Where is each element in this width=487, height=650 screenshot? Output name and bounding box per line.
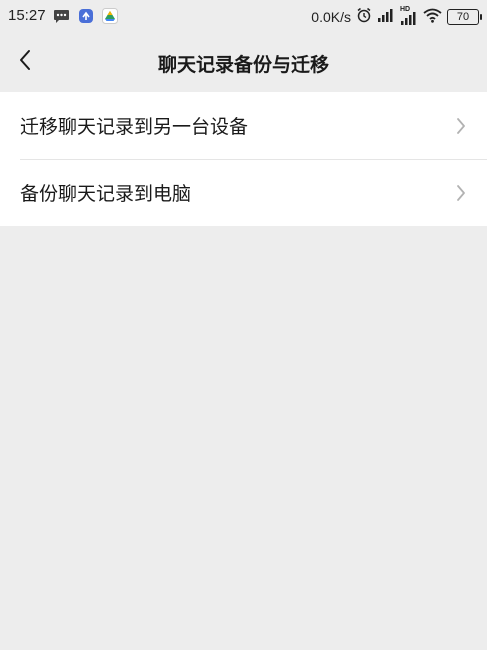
notification-icons — [53, 8, 118, 28]
network-speed: 0.0K/s — [311, 8, 351, 25]
settings-list: 迁移聊天记录到另一台设备 备份聊天记录到电脑 — [0, 92, 487, 226]
drive-icon — [102, 8, 118, 28]
signal-icon — [377, 8, 395, 25]
list-item-label: 迁移聊天记录到另一台设备 — [20, 116, 249, 138]
battery-icon: 70 — [447, 8, 482, 25]
wifi-icon — [423, 8, 442, 26]
list-item-label: 备份聊天记录到电脑 — [20, 183, 192, 205]
battery-level: 70 — [456, 10, 470, 23]
app-notification-icon — [78, 8, 94, 28]
list-item-backup[interactable]: 备份聊天记录到电脑 — [0, 159, 487, 226]
chevron-right-icon — [455, 183, 467, 203]
list-item-migrate[interactable]: 迁移聊天记录到另一台设备 — [0, 92, 487, 159]
chevron-right-icon — [455, 116, 467, 136]
status-right: 0.0K/s HD 70 — [311, 6, 482, 26]
status-time: 15:27 — [8, 7, 46, 24]
status-bar: 15:27 0.0K/s HD 70 — [0, 0, 487, 34]
message-icon — [53, 9, 70, 28]
hd-signal-icon: HD — [400, 6, 418, 25]
page-title: 聊天记录备份与迁移 — [157, 54, 329, 76]
nav-bar: 聊天记录备份与迁移 — [0, 34, 487, 91]
alarm-icon — [356, 7, 372, 26]
